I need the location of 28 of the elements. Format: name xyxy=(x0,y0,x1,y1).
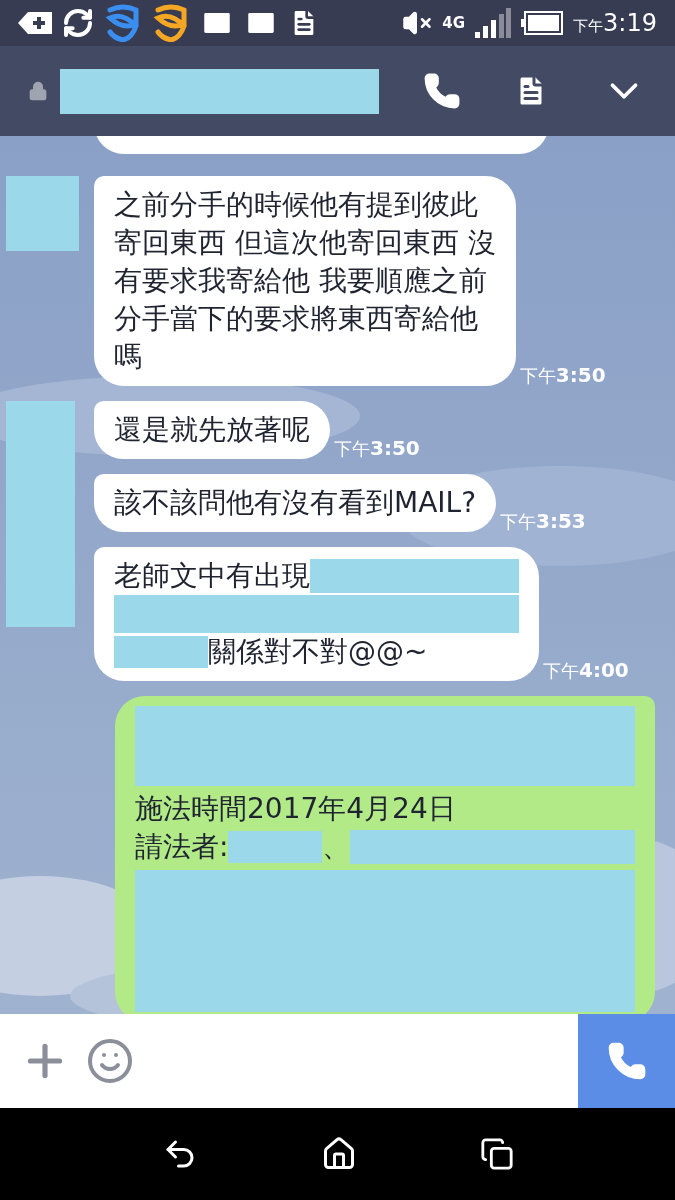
message-text: 該不該問他有沒有看到MAIL? xyxy=(114,485,477,521)
shield-icon xyxy=(104,4,142,42)
smiley-icon xyxy=(86,1037,134,1085)
clock: 下午3:19 xyxy=(573,8,657,39)
battery-icon xyxy=(521,11,564,35)
message-text: 施法時間2017年4月24日 xyxy=(135,791,456,827)
phone-icon xyxy=(606,1041,647,1081)
phone-icon xyxy=(423,72,461,110)
message-time: 下午3:53 xyxy=(500,508,586,535)
sync-icon xyxy=(62,7,94,39)
lock-icon xyxy=(28,80,49,102)
recents-button[interactable] xyxy=(479,1137,514,1171)
message-text: 請法者: xyxy=(135,829,229,865)
message-time: 下午3:50 xyxy=(334,435,420,462)
call-button[interactable] xyxy=(423,72,461,110)
message-text: 還是就先放著呢 xyxy=(114,412,310,448)
recents-icon xyxy=(479,1137,514,1171)
message-text: 老師文中有出現 xyxy=(114,558,310,594)
message-text: 關係對不對@@~ xyxy=(208,634,428,670)
signal-icon xyxy=(475,8,512,38)
message-text: 、 xyxy=(322,829,351,865)
tag-plus-icon xyxy=(18,10,52,36)
message-time: 下午4:00 xyxy=(543,657,629,684)
network-type: 4G xyxy=(442,15,466,31)
message-text: 之前分手的時候他有提到彼此 寄回東西 但這次他寄回東西 沒 有要求我寄給他 我要順應之前 分手當下的要求將東西寄給他 嗎 xyxy=(114,187,496,375)
shield-icon xyxy=(152,4,190,42)
emoji-button[interactable] xyxy=(86,1037,134,1085)
message-time: 下午3:50 xyxy=(519,362,606,389)
